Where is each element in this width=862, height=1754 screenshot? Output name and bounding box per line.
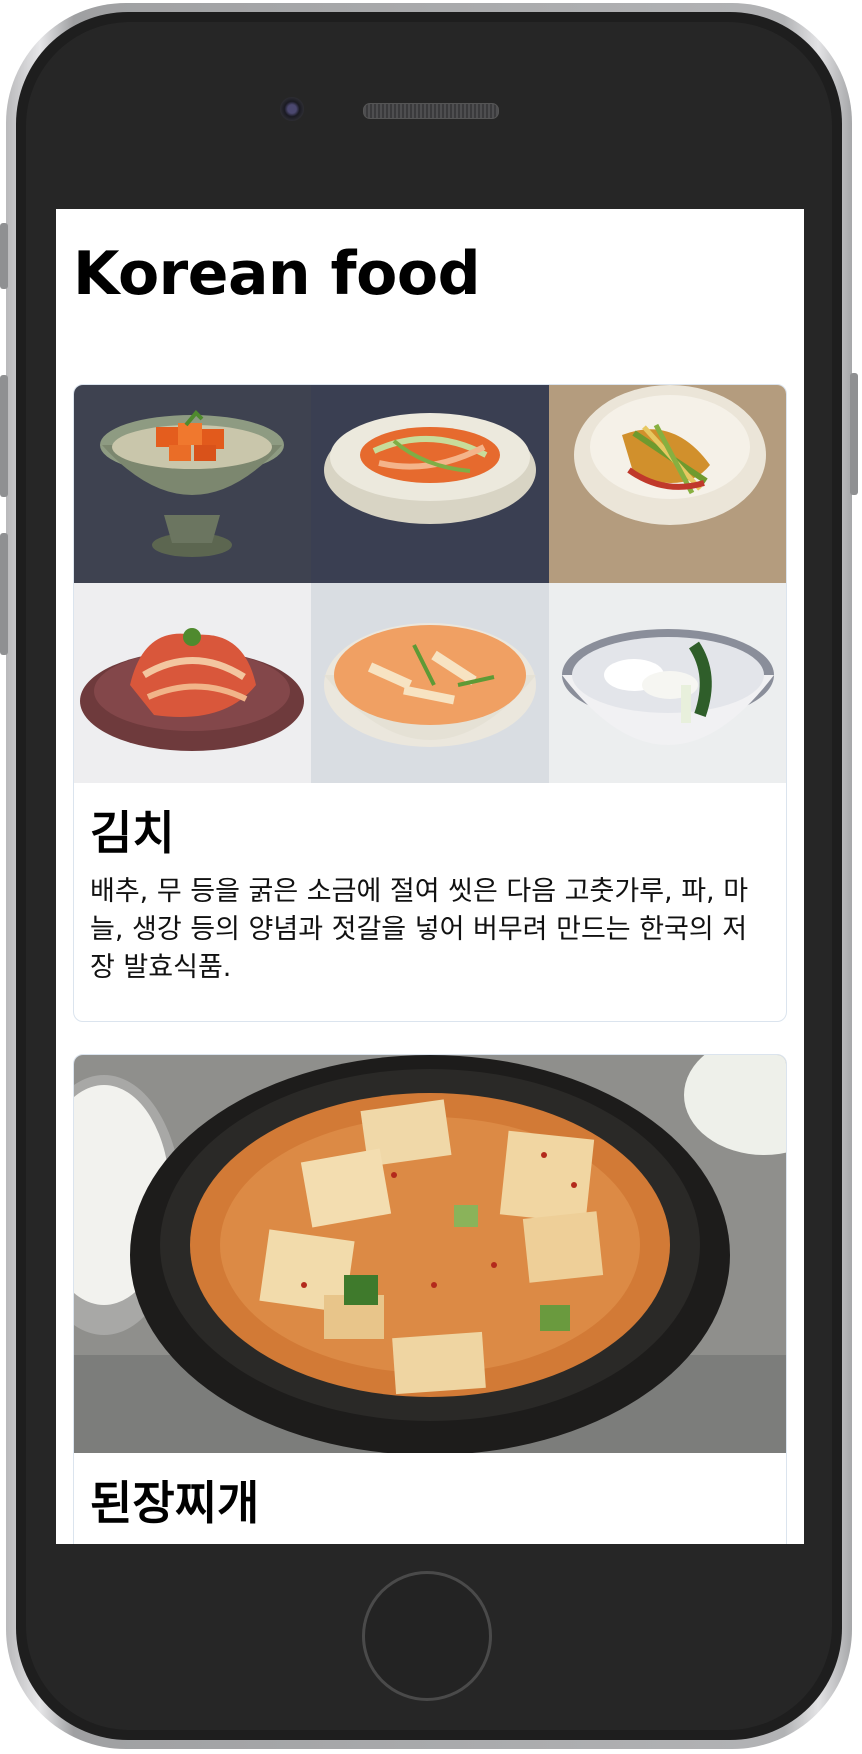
volume-up-button <box>0 375 8 497</box>
food-card-doenjang-jjigae[interactable]: 된장찌개 <box>73 1054 787 1544</box>
food-description: 배추, 무 등을 굵은 소금에 절여 씻은 다음 고춧가루, 파, 마늘, 생강… <box>90 876 749 983</box>
power-button <box>850 373 858 495</box>
camera-icon <box>280 97 304 121</box>
mute-switch <box>0 223 8 289</box>
food-title: 김치 <box>90 806 175 860</box>
food-card-kimchi[interactable]: 김치 배추, 무 등을 굵은 소금에 절여 씻은 다음 고춧가루, 파, 마늘,… <box>73 384 787 1022</box>
doenjang-jjigae-image <box>74 1055 786 1453</box>
speaker-icon <box>363 103 499 119</box>
screen: Korean food 김치 배추, 무 등을 굵은 소금에 절여 씻은 다음 … <box>56 209 804 1544</box>
volume-down-button <box>0 533 8 655</box>
food-title: 된장찌개 <box>90 1476 260 1530</box>
kimchi-collage-image <box>74 385 786 783</box>
home-button-icon[interactable] <box>362 1571 492 1701</box>
page-title: Korean food <box>73 239 481 309</box>
